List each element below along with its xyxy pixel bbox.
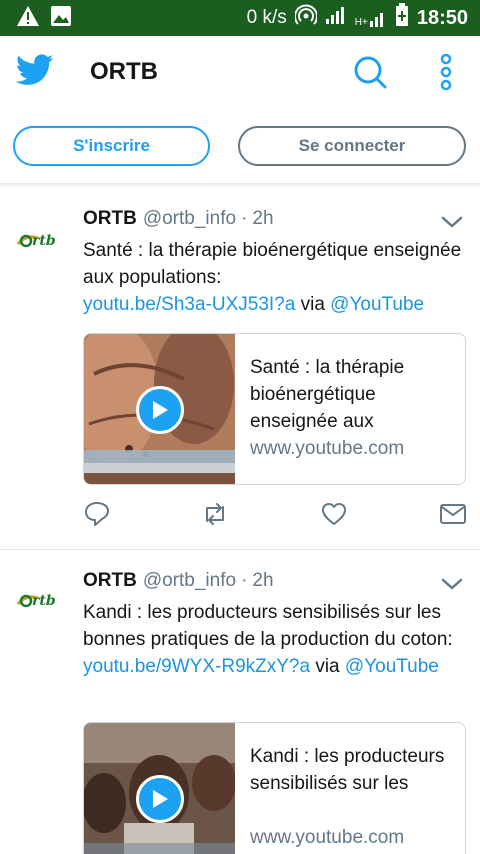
- tweet[interactable]: rtb ORTB @ortb_info · 2h Kandi : les pro…: [0, 570, 480, 854]
- separator-dot: ·: [241, 208, 248, 229]
- mention-link[interactable]: @YouTube: [330, 294, 424, 315]
- message-icon[interactable]: [439, 500, 467, 528]
- warning-icon: [16, 5, 40, 32]
- more-options-icon[interactable]: [434, 52, 458, 92]
- author-name[interactable]: ORTB: [83, 208, 137, 230]
- tweet-header: ORTB @ortb_info · 2h: [83, 208, 274, 234]
- mention-link[interactable]: @YouTube: [345, 656, 439, 677]
- signup-button[interactable]: S'inscrire: [13, 126, 210, 166]
- svg-text:rtb: rtb: [32, 233, 56, 249]
- auth-bar: S'inscrire Se connecter: [0, 108, 480, 184]
- video-thumbnail[interactable]: [84, 334, 235, 484]
- play-icon[interactable]: [136, 775, 184, 823]
- tweet[interactable]: rtb ORTB @ortb_info · 2h Santé : la thér…: [0, 208, 480, 550]
- card-domain: www.youtube.com: [250, 827, 405, 848]
- link-card[interactable]: Santé : la thérapie bioénergétique ensei…: [83, 333, 466, 485]
- tweet-time[interactable]: 2h: [252, 208, 273, 230]
- avatar[interactable]: rtb: [16, 230, 68, 250]
- tweet-header: ORTB @ortb_info · 2h: [83, 570, 274, 596]
- status-bar: 0 k/s H+ 18:50: [0, 0, 480, 36]
- app-header: ORTB: [0, 36, 480, 108]
- retweet-icon[interactable]: [201, 500, 229, 528]
- tweet-text: Santé : la thérapie bioénergétique ensei…: [83, 240, 462, 315]
- card-title: Kandi : les producteurs sensibilisés sur…: [250, 746, 445, 794]
- battery-icon: [395, 3, 409, 33]
- search-icon[interactable]: [352, 54, 388, 90]
- tweet-actions: [83, 500, 468, 530]
- svg-text:rtb: rtb: [32, 593, 56, 609]
- clock: 18:50: [416, 6, 468, 29]
- video-thumbnail[interactable]: [84, 723, 235, 854]
- avatar[interactable]: rtb: [16, 590, 68, 610]
- play-icon[interactable]: [136, 386, 184, 434]
- author-handle[interactable]: @ortb_info: [143, 570, 236, 592]
- network-speed: 0 k/s: [246, 7, 287, 28]
- tweet-time[interactable]: 2h: [252, 570, 273, 592]
- signal-h-plus-icon: H+: [355, 8, 387, 28]
- hotspot-icon: [293, 4, 318, 32]
- link-card[interactable]: Kandi : les producteurs sensibilisés sur…: [83, 722, 466, 854]
- chevron-down-icon[interactable]: [440, 214, 464, 230]
- tweet-link[interactable]: youtu.be/9WYX-R9kZxY?a: [83, 656, 310, 677]
- author-handle[interactable]: @ortb_info: [143, 208, 236, 230]
- card-title: Santé : la thérapie bioénergétique ensei…: [250, 357, 405, 432]
- card-domain: www.youtube.com: [250, 438, 405, 459]
- image-icon: [50, 5, 72, 32]
- chevron-down-icon[interactable]: [440, 576, 464, 592]
- separator-dot: ·: [241, 570, 248, 591]
- twitter-bird-icon[interactable]: [15, 54, 54, 91]
- reply-icon[interactable]: [83, 500, 111, 528]
- signal-icon: [325, 5, 347, 31]
- author-name[interactable]: ORTB: [83, 570, 137, 592]
- tweet-text: Kandi : les producteurs sensibilisés sur…: [83, 602, 453, 677]
- like-icon[interactable]: [320, 500, 348, 528]
- page-title: ORTB: [90, 58, 158, 85]
- login-button[interactable]: Se connecter: [238, 126, 466, 166]
- tweet-link[interactable]: youtu.be/Sh3a-UXJ53I?a: [83, 294, 295, 315]
